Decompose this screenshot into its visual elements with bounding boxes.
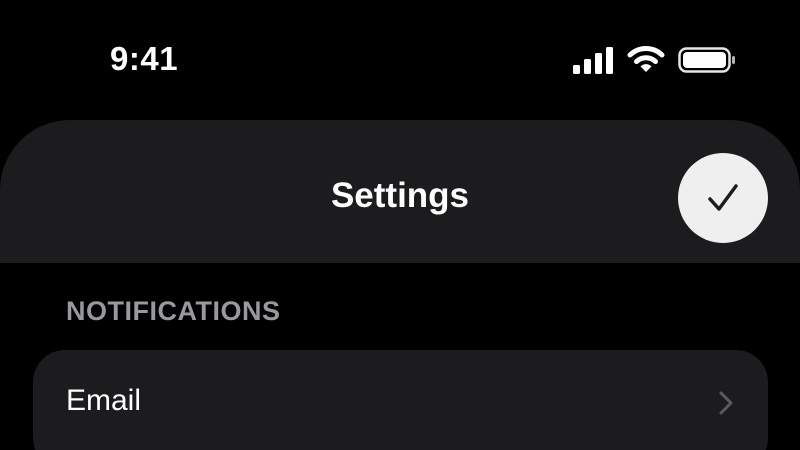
checkmark-icon [708, 184, 738, 211]
sheet-header: Settings [0, 120, 800, 263]
status-bar: 9:41 [0, 0, 800, 110]
cellular-signal-icon [573, 47, 613, 74]
wifi-icon [627, 46, 665, 72]
list-item-label: Email [66, 384, 142, 417]
notifications-list: Email [33, 350, 768, 450]
status-time: 9:41 [110, 40, 179, 77]
done-button[interactable] [678, 153, 768, 243]
settings-screen: 9:41 Settings NOTIFICATIONS Email [0, 0, 800, 450]
chevron-right-icon [719, 391, 733, 415]
section-title-notifications: NOTIFICATIONS [66, 296, 281, 326]
battery-icon [678, 47, 735, 73]
list-item-email[interactable]: Email [33, 350, 768, 450]
